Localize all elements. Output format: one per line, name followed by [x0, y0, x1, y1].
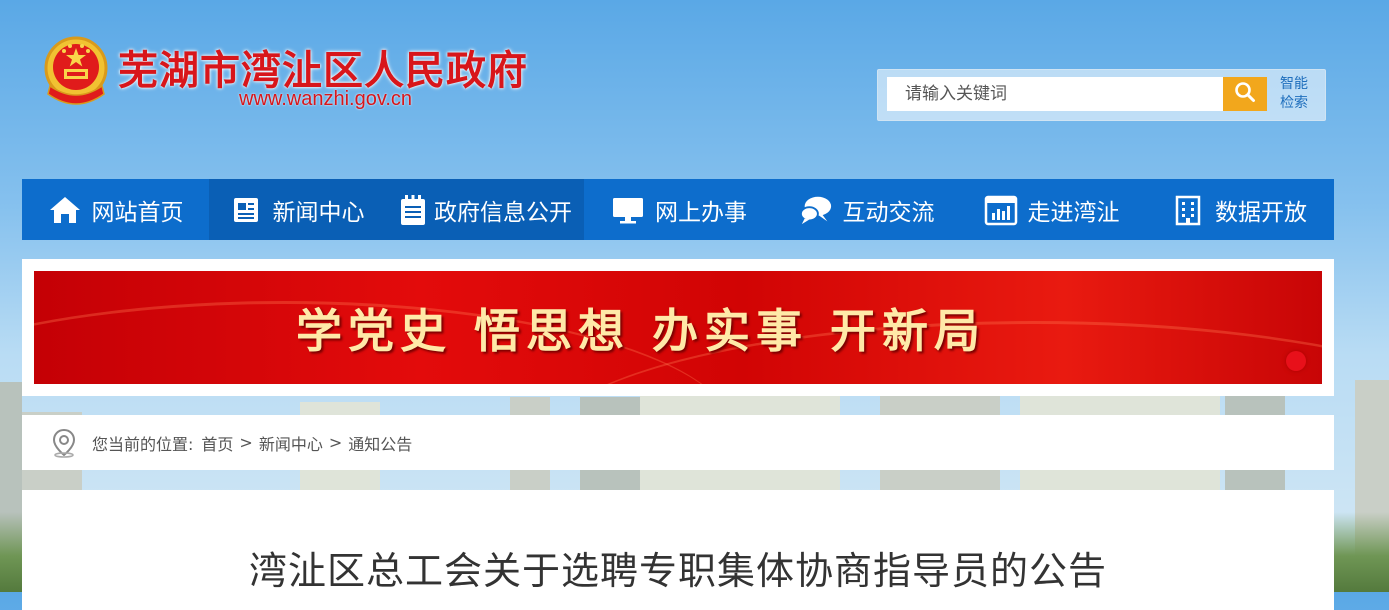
location-pin-icon [50, 428, 78, 458]
nav-item-open-data[interactable]: 数据开放 [1144, 179, 1334, 240]
site-url: www.wanzhi.gov.cn [239, 88, 413, 110]
nav-item-interaction[interactable]: 互动交流 [774, 179, 959, 240]
search-button[interactable] [1223, 77, 1267, 111]
search-input[interactable] [887, 77, 1223, 111]
breadcrumb-home[interactable]: 首页 [201, 431, 233, 455]
search-box: 智能检索 [877, 69, 1326, 121]
breadcrumb-separator: > [328, 433, 343, 452]
monitor-icon [611, 193, 645, 227]
smart-search-link[interactable]: 智能检索 [1274, 75, 1314, 113]
nav-item-news[interactable]: 新闻中心 [209, 179, 384, 240]
nav-item-online-services[interactable]: 网上办事 [584, 179, 774, 240]
search-icon [1234, 81, 1256, 107]
breadcrumb-news-center[interactable]: 新闻中心 [259, 431, 323, 455]
nav-item-label: 走进湾沚 [1027, 199, 1120, 226]
breadcrumb-separator: > [239, 433, 253, 452]
chat-icon [799, 193, 833, 227]
campaign-banner[interactable]: 学党史 悟思想 办实事 开新局 [34, 271, 1322, 384]
building-icon [1171, 193, 1205, 227]
nav-item-gov-info[interactable]: 政府信息公开 [384, 179, 584, 240]
nav-item-about-wanzhi[interactable]: 走进湾沚 [959, 179, 1144, 240]
breadcrumb-prefix: 您当前的位置: [92, 434, 194, 454]
banner-container: 学党史 悟思想 办实事 开新局 [22, 259, 1334, 396]
main-nav: 网站首页 新闻中心 政府信息公开 网上办事 互动交流 走进湾沚 数据开放 [22, 179, 1334, 240]
notepad-icon [396, 193, 430, 227]
home-icon [48, 193, 82, 227]
banner-slogan: 学党史 悟思想 办实事 开新局 [296, 303, 987, 358]
nav-item-label: 数据开放 [1215, 199, 1307, 226]
news-icon [229, 193, 263, 227]
nav-item-label: 网上办事 [655, 199, 747, 226]
nav-item-label: 互动交流 [842, 199, 935, 226]
article-title: 湾沚区总工会关于选聘专职集体协商指导员的公告 [248, 549, 1107, 593]
nav-item-home[interactable]: 网站首页 [22, 179, 209, 240]
nav-item-label: 网站首页 [91, 199, 184, 226]
breadcrumb: 您当前的位置: 首页 > 新闻中心 > 通知公告 [22, 415, 1334, 470]
banner-indicator-dot[interactable] [1286, 351, 1306, 371]
article-panel: 湾沚区总工会关于选聘专职集体协商指导员的公告 [22, 490, 1334, 610]
nav-item-label: 新闻中心 [272, 199, 365, 226]
national-emblem-logo [40, 34, 112, 110]
stats-icon [984, 193, 1018, 227]
nav-item-label: 政府信息公开 [434, 199, 572, 226]
breadcrumb-notices[interactable]: 通知公告 [348, 431, 412, 455]
